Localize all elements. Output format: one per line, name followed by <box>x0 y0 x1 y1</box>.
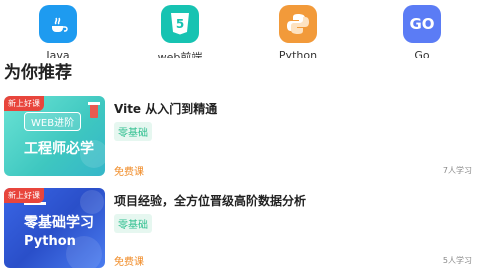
category-label: web前端 <box>157 51 203 58</box>
thumbnail-caption-2: Python <box>24 234 76 249</box>
course-thumbnail[interactable]: 新上好课 WEB进阶 工程师必学 <box>4 96 105 176</box>
level-badge: 零基础 <box>114 122 152 141</box>
java-icon <box>39 5 77 43</box>
learner-count: 7人学习 <box>442 166 472 175</box>
learner-count: 5人学习 <box>442 256 472 265</box>
category-label: Java <box>46 49 70 58</box>
section-title: 为你推荐 <box>4 63 72 83</box>
thumbnail-pill: WEB进阶 <box>24 112 82 131</box>
price-label: 免费课 <box>114 167 144 178</box>
html5-icon: 5 <box>161 5 199 43</box>
price-label: 免费课 <box>114 257 144 268</box>
go-icon: GO <box>403 5 441 43</box>
python-icon <box>279 5 317 43</box>
thumbnail-caption: 零基础学习 <box>24 215 94 231</box>
level-badge: 零基础 <box>114 214 152 233</box>
category-row: Java 5 web前端 Python GO Go <box>0 0 480 58</box>
course-title[interactable]: Vite 从入门到精通 <box>114 100 217 117</box>
category-python[interactable]: Python <box>258 5 338 58</box>
course-card[interactable]: 新上好课 零基础学习 Python 项目经验，全方位晋级高阶数据分析 零基础 免… <box>0 188 480 270</box>
course-title[interactable]: 项目经验，全方位晋级高阶数据分析 <box>114 192 306 209</box>
category-label: Go <box>414 49 430 58</box>
new-course-tag: 新上好课 <box>4 96 44 111</box>
category-go[interactable]: GO Go <box>382 5 462 58</box>
course-card[interactable]: 新上好课 WEB进阶 工程师必学 Vite 从入门到精通 零基础 免费课 7人学… <box>0 96 480 178</box>
new-course-tag: 新上好课 <box>4 188 44 203</box>
category-label: Python <box>278 49 318 58</box>
svg-text:5: 5 <box>176 17 184 31</box>
category-java[interactable]: Java <box>18 5 98 58</box>
course-thumbnail[interactable]: 新上好课 零基础学习 Python <box>4 188 105 268</box>
thumbnail-caption: 工程师必学 <box>24 141 94 157</box>
category-web[interactable]: 5 web前端 <box>140 5 220 58</box>
